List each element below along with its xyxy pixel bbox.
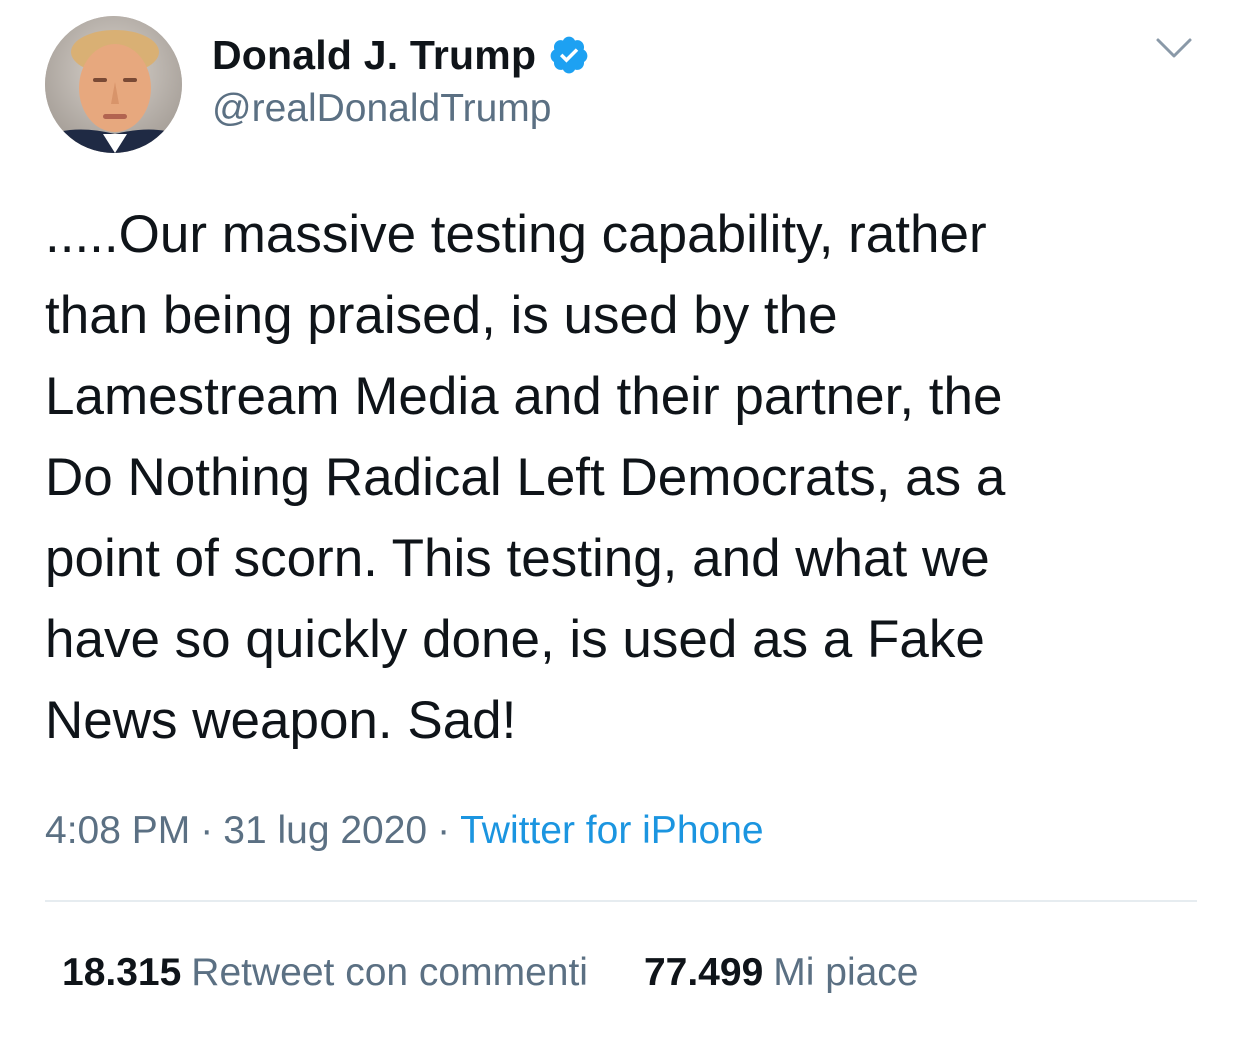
meta-separator: · <box>200 809 214 852</box>
meta-separator: · <box>437 809 451 852</box>
tweet-meta: 4:08 PM · 31 lug 2020 · Twitter for iPhone <box>45 806 764 856</box>
profile-photo <box>45 16 182 153</box>
tweet-line: point of scorn. This testing, and what w… <box>45 529 990 588</box>
tweet-line: Lamestream Media and their partner, the <box>45 367 1003 426</box>
retweets-stat[interactable]: 18.315 Retweet con commenti <box>62 948 588 998</box>
tweet-line: have so quickly done, is used as a Fake <box>45 610 985 669</box>
likes-label: Mi piace <box>773 951 919 994</box>
tweet-stats: 18.315 Retweet con commenti 77.499 Mi piac… <box>62 948 919 998</box>
tweet-text: .....Our massive testing capability, rat… <box>45 194 1205 761</box>
tweet-line: Do Nothing Radical Left Democrats, as a <box>45 448 1006 507</box>
tweet-time[interactable]: 4:08 PM <box>45 809 190 852</box>
retweets-count: 18.315 <box>62 951 182 994</box>
verified-badge-icon <box>550 36 588 74</box>
likes-count: 77.499 <box>643 951 764 994</box>
tweet-line: News weapon. Sad! <box>45 691 517 750</box>
chevron-down-icon[interactable] <box>1152 32 1196 64</box>
author-name-row[interactable]: Donald J. Trump <box>212 30 590 80</box>
tweet-line: .....Our massive testing capability, rat… <box>45 205 987 264</box>
tweet-date[interactable]: 31 lug 2020 <box>223 809 427 852</box>
author-handle[interactable]: @realDonaldTrump <box>212 85 551 133</box>
avatar[interactable] <box>45 16 182 153</box>
tweet-source-link[interactable]: Twitter for iPhone <box>460 809 763 852</box>
retweets-label: Retweet con commenti <box>191 951 588 994</box>
tweet-line: than being praised, is used by the <box>45 286 838 345</box>
author-display-name[interactable]: Donald J. Trump <box>212 30 536 80</box>
divider <box>45 900 1197 902</box>
likes-stat[interactable]: 77.499 Mi piace <box>644 948 919 998</box>
